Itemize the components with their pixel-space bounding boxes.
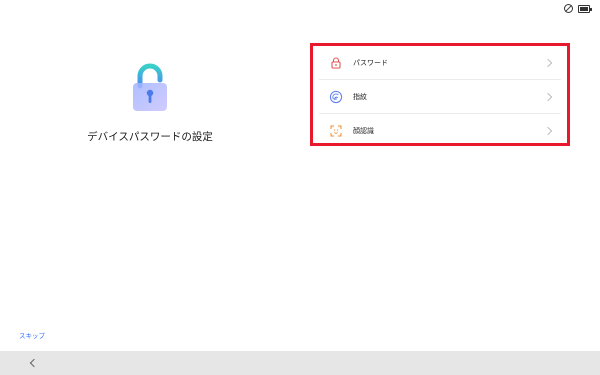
- option-fingerprint[interactable]: 指紋: [319, 80, 561, 114]
- option-label: パスワード: [353, 58, 388, 67]
- status-icons: [564, 4, 592, 13]
- status-bar: [0, 0, 600, 16]
- option-password[interactable]: パスワード: [319, 46, 561, 80]
- fingerprint-icon: [329, 90, 343, 103]
- option-label: 顔認識: [353, 127, 374, 135]
- face-scan-icon: [330, 125, 342, 137]
- do-not-disturb-icon: [564, 4, 573, 13]
- chevron-left-icon[interactable]: [25, 355, 41, 371]
- option-face-recognition[interactable]: 顔認識: [319, 114, 561, 148]
- battery-icon: [578, 4, 592, 13]
- left-panel: デバイスパスワードの設定: [0, 40, 300, 180]
- chevron-right-icon: [543, 92, 553, 101]
- option-label: 指紋: [353, 92, 367, 101]
- chevron-right-icon: [543, 58, 553, 67]
- auth-options-card: パスワード 指紋 顔認識: [310, 43, 570, 146]
- padlock-icon: [133, 63, 167, 111]
- lock-icon: [331, 56, 341, 69]
- page-title: デバイスパスワードの設定: [87, 131, 213, 143]
- chevron-right-icon: [543, 126, 553, 136]
- skip-button[interactable]: スキップ: [19, 330, 45, 340]
- navigation-bar: [0, 351, 600, 375]
